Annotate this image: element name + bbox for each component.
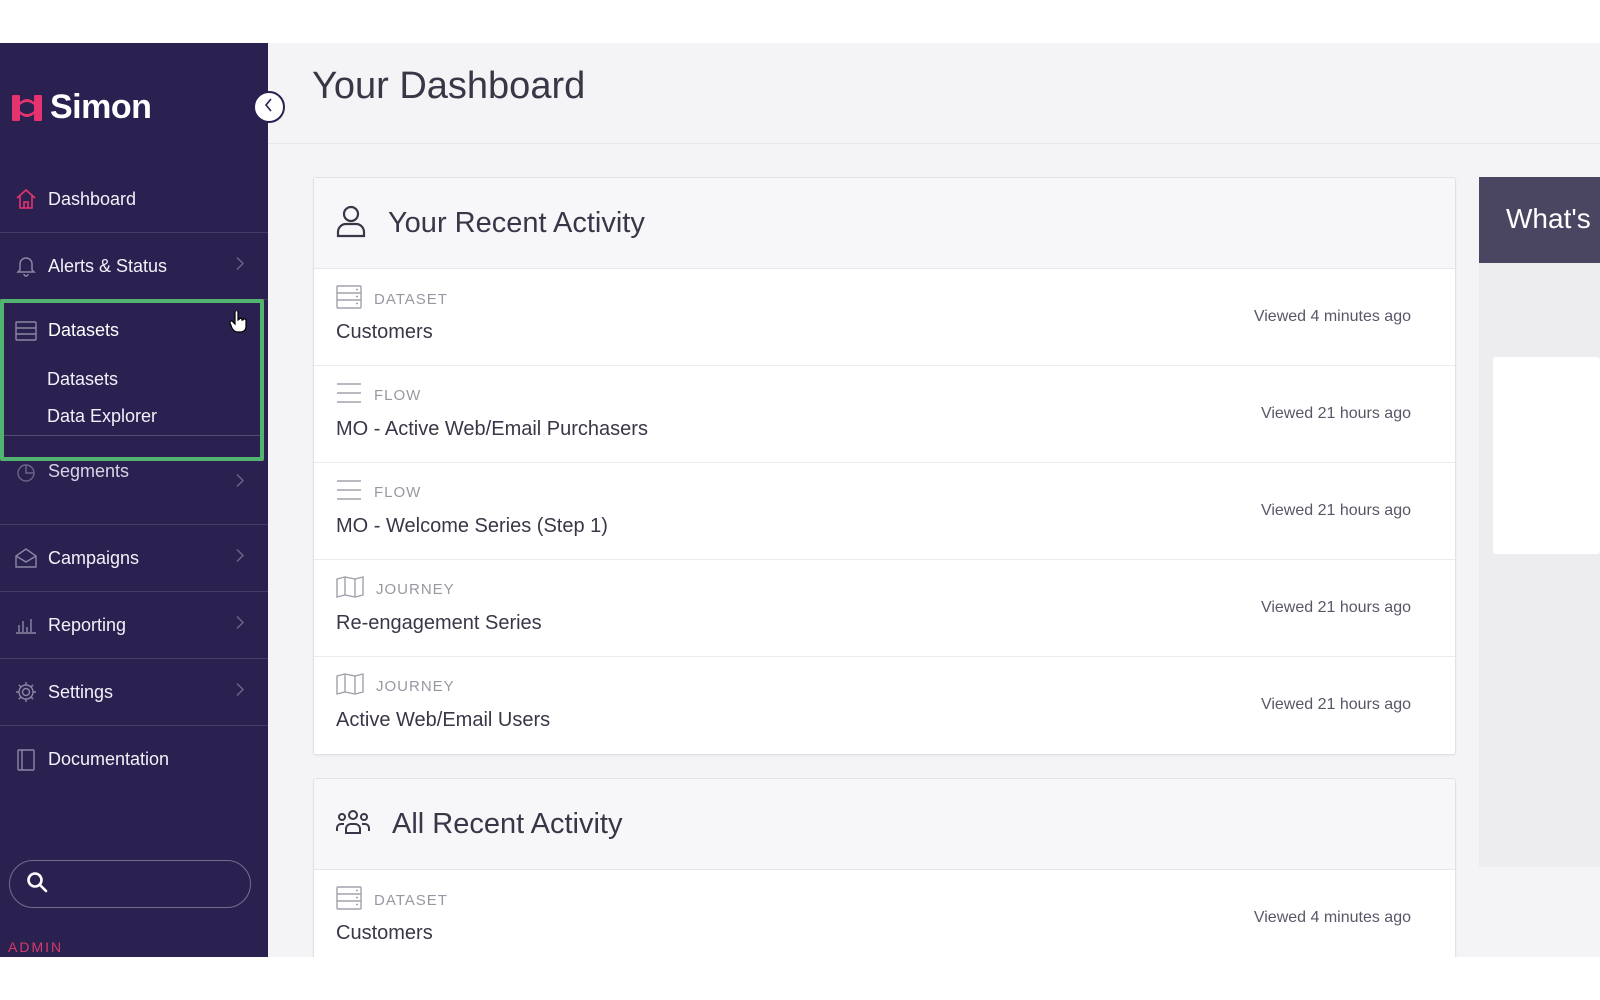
sidebar-item-label: Reporting: [48, 614, 127, 635]
item-type-label: FLOW: [374, 484, 422, 501]
database-icon: [336, 886, 362, 915]
whats-new-header: What's: [1479, 177, 1600, 263]
search-icon: [26, 871, 48, 898]
item-name[interactable]: Re-engagement Series: [336, 612, 542, 635]
item-type: FLOW: [336, 479, 421, 506]
item-type-label: JOURNEY: [376, 678, 455, 695]
sidebar-item-alerts[interactable]: Alerts & Status: [0, 233, 268, 300]
item-type: JOURNEY: [336, 673, 455, 700]
sidebar-item-label: Segments: [48, 461, 130, 481]
datasets-group: Datasets Datasets Data Explorer: [0, 299, 264, 461]
sidebar: Simon Dashboard Alerts & Status Datasets: [0, 43, 268, 957]
viewed-time: Viewed 21 hours ago: [1260, 405, 1411, 422]
user-icon: [336, 204, 366, 243]
card-header: Your Recent Activity: [314, 178, 1455, 269]
activity-row[interactable]: DATASET Customers Viewed 4 minutes ago: [314, 269, 1455, 366]
collapse-sidebar-button[interactable]: [253, 91, 285, 123]
item-name[interactable]: MO - Welcome Series (Step 1): [336, 515, 608, 538]
submenu-item-datasets[interactable]: Datasets: [47, 369, 118, 390]
chevron-left-icon: [264, 97, 274, 117]
viewed-time: Viewed 21 hours ago: [1260, 599, 1411, 616]
sidebar-item-datasets[interactable]: Datasets: [4, 303, 260, 358]
activity-row[interactable]: DATASET Customers Viewed 4 minutes ago: [314, 870, 1455, 957]
page-title: Your Dashboard: [312, 65, 586, 107]
app-frame: Simon Dashboard Alerts & Status Datasets: [0, 43, 1600, 957]
card-title: All Recent Activity: [392, 807, 623, 840]
card-header: All Recent Activity: [314, 779, 1455, 870]
item-type: DATASET: [336, 285, 448, 314]
item-type-label: FLOW: [374, 387, 422, 404]
item-type-label: DATASET: [374, 291, 448, 308]
divider: [4, 435, 260, 436]
sidebar-item-label: Documentation: [48, 749, 170, 769]
envelope-icon: [14, 546, 38, 570]
item-type: DATASET: [336, 886, 448, 915]
your-recent-activity-card: Your Recent Activity DATASET Customers V…: [313, 177, 1456, 755]
item-type: JOURNEY: [336, 576, 455, 603]
chevron-right-icon: [236, 615, 245, 635]
activity-row[interactable]: JOURNEY Active Web/Email Users Viewed 21…: [314, 657, 1455, 754]
sidebar-search-input[interactable]: [9, 860, 251, 908]
card-title: Your Recent Activity: [388, 206, 645, 239]
viewed-time: Viewed 21 hours ago: [1260, 502, 1411, 519]
role-label: ADMIN: [8, 939, 64, 955]
gear-icon: [14, 680, 38, 704]
viewed-time: Viewed 4 minutes ago: [1253, 909, 1411, 926]
activity-row[interactable]: FLOW MO - Active Web/Email Purchasers Vi…: [314, 366, 1455, 463]
bar-chart-icon: [14, 613, 38, 637]
item-name[interactable]: Customers: [336, 321, 433, 344]
logo[interactable]: Simon: [12, 88, 152, 127]
app-name: Simon: [50, 88, 152, 126]
whats-new-panel: What's: [1479, 177, 1600, 867]
all-recent-activity-card: All Recent Activity DATASET Customers Vi…: [313, 778, 1456, 957]
sidebar-item-label: Datasets: [48, 320, 120, 340]
item-type-label: DATASET: [374, 892, 448, 909]
sidebar-item-label: Dashboard: [48, 188, 137, 209]
item-name[interactable]: Active Web/Email Users: [336, 709, 550, 732]
sidebar-item-reporting[interactable]: Reporting: [0, 592, 268, 659]
whats-new-card[interactable]: [1493, 357, 1600, 554]
activity-row[interactable]: JOURNEY Re-engagement Series Viewed 21 h…: [314, 560, 1455, 657]
map-icon: [336, 576, 364, 603]
flow-icon: [336, 382, 362, 409]
bell-icon: [14, 254, 38, 278]
map-icon: [336, 673, 364, 700]
item-type-label: JOURNEY: [376, 581, 455, 598]
chevron-right-icon: [236, 682, 245, 702]
users-icon: [336, 809, 370, 840]
home-icon: [14, 187, 38, 211]
activity-row[interactable]: FLOW MO - Welcome Series (Step 1) Viewed…: [314, 463, 1455, 560]
submenu-item-data-explorer[interactable]: Data Explorer: [47, 406, 157, 427]
simon-logo-icon: [12, 94, 42, 121]
divider: [268, 143, 1600, 144]
book-icon: [14, 748, 38, 772]
pie-icon: [14, 461, 38, 485]
item-name[interactable]: Customers: [336, 922, 433, 945]
sidebar-item-settings[interactable]: Settings: [0, 659, 268, 726]
chevron-right-icon: [236, 473, 245, 493]
viewed-time: Viewed 4 minutes ago: [1253, 308, 1411, 325]
viewed-time: Viewed 21 hours ago: [1260, 696, 1411, 713]
hand-cursor-icon: [229, 309, 247, 338]
database-icon: [14, 319, 38, 343]
database-icon: [336, 285, 362, 314]
sidebar-item-campaigns[interactable]: Campaigns: [0, 525, 268, 592]
chevron-right-icon: [236, 548, 245, 568]
item-name[interactable]: MO - Active Web/Email Purchasers: [336, 418, 648, 441]
flow-icon: [336, 479, 362, 506]
sidebar-item-segments[interactable]: Segments: [0, 461, 268, 525]
sidebar-item-label: Campaigns: [48, 547, 140, 568]
item-type: FLOW: [336, 382, 421, 409]
whats-new-title: What's: [1506, 203, 1591, 234]
sidebar-item-dashboard[interactable]: Dashboard: [0, 166, 268, 233]
sidebar-item-documentation[interactable]: Documentation: [0, 726, 268, 793]
sidebar-item-label: Alerts & Status: [48, 255, 168, 276]
chevron-right-icon: [236, 256, 245, 276]
sidebar-item-label: Settings: [48, 681, 114, 702]
